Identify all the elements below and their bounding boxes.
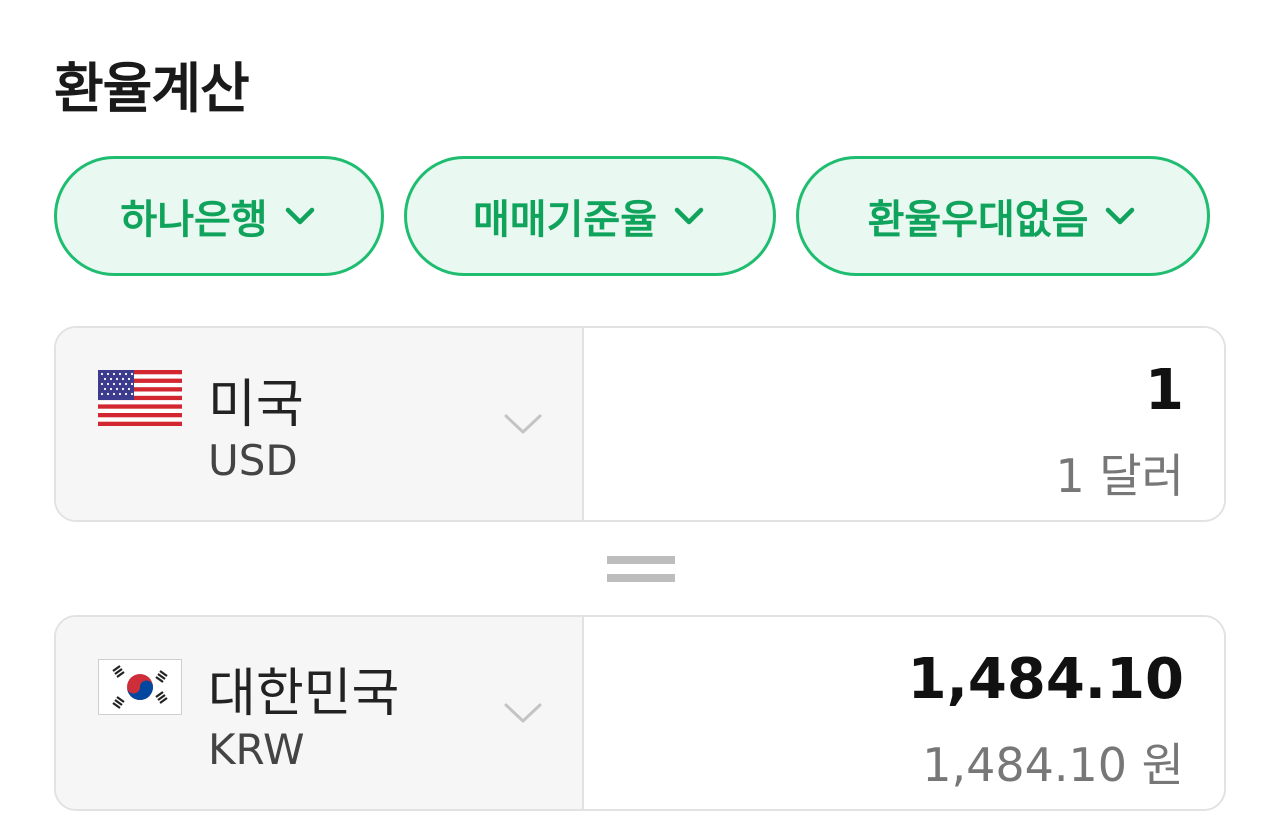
- rate-type-select-button[interactable]: 매매기준율: [404, 156, 776, 276]
- from-amount-area: 1 달러: [584, 328, 1224, 520]
- chevron-down-icon: [1106, 207, 1135, 225]
- chevron-down-icon: [285, 207, 314, 225]
- preference-select-button[interactable]: 환율우대없음: [796, 156, 1210, 276]
- chevron-down-icon: [504, 703, 542, 723]
- kr-flag-icon: [98, 659, 182, 715]
- to-amount-text: 1,484.10 원: [922, 738, 1184, 792]
- to-currency-code: KRW: [208, 725, 305, 774]
- from-currency-select[interactable]: 미국 USD: [56, 328, 584, 520]
- us-flag-icon: [98, 370, 182, 426]
- to-currency-select[interactable]: 대한민국 KRW: [56, 617, 584, 809]
- bank-select-label: 하나은행: [120, 197, 268, 243]
- chevron-down-icon: [674, 207, 704, 225]
- bank-select-button[interactable]: 하나은행: [54, 156, 384, 276]
- to-amount-area: 1,484.10 원: [584, 617, 1224, 809]
- from-currency-code: USD: [208, 436, 298, 485]
- from-amount-input[interactable]: [644, 358, 1184, 423]
- to-country-name: 대한민국: [208, 664, 400, 724]
- to-currency-card: 대한민국 KRW 1,484.10 원: [54, 615, 1226, 811]
- rate-type-select-label: 매매기준율: [473, 197, 657, 243]
- page-title: 환율계산: [54, 57, 250, 120]
- equals-icon: [607, 552, 675, 586]
- from-country-name: 미국: [208, 375, 304, 435]
- to-amount-input[interactable]: [644, 647, 1184, 712]
- from-currency-card: 미국 USD 1 달러: [54, 326, 1226, 522]
- chevron-down-icon: [504, 414, 542, 434]
- from-amount-text: 1 달러: [1055, 449, 1184, 503]
- preference-select-label: 환율우대없음: [867, 197, 1089, 243]
